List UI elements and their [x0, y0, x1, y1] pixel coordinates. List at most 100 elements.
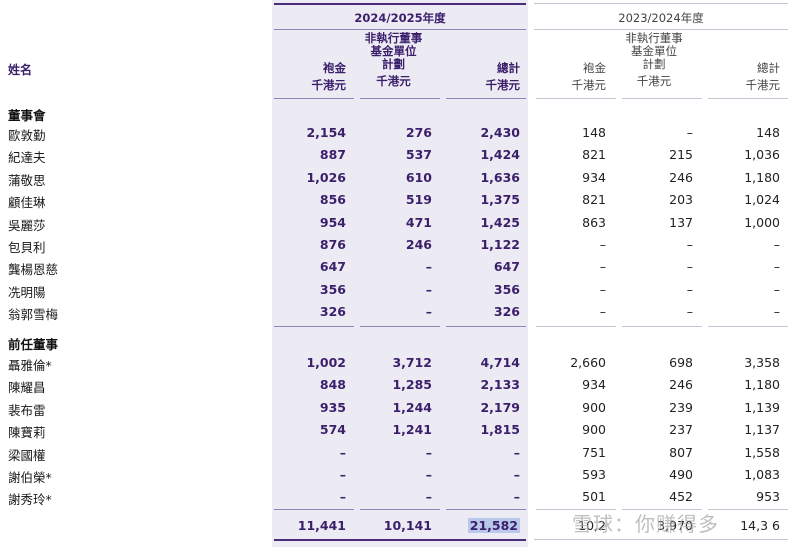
table-row: 冼明陽 356 – – – 356 – — [0, 279, 800, 301]
table-row: 吳麗莎 954 863 471 137 1,425 1,000 — [0, 212, 800, 234]
director-name: 裴布雷 — [8, 402, 46, 418]
prev-plan-cell: 246 — [669, 377, 693, 393]
rule — [274, 326, 354, 327]
cur-fee-cell: 1,002 — [306, 355, 346, 370]
total-cur-plan: 10,141 — [383, 518, 432, 533]
table-row: 陳寶莉 574 900 1,241 237 1,815 1,137 — [0, 419, 800, 441]
prev-fee-cell: 501 — [582, 489, 606, 505]
prev-plan-cell: 490 — [669, 467, 693, 482]
rule — [708, 326, 788, 327]
cur-plan-cell: 1,241 — [392, 422, 432, 438]
prev-year-label: 2023/2024年度 — [618, 11, 704, 25]
prev-fee-cell: – — [599, 237, 606, 252]
prev-fee-cell: 900 — [582, 422, 606, 438]
prev-fee-cell: 148 — [582, 125, 606, 140]
cur-fee-cell: 856 — [319, 192, 346, 208]
rule — [708, 509, 788, 510]
prev-fee-cell: – — [599, 259, 606, 275]
prev-plan-cell: – — [686, 125, 693, 140]
director-name: 歐敦勤 — [8, 128, 46, 143]
director-name: 顧佳琳 — [8, 195, 46, 211]
director-name: 包貝利 — [8, 240, 46, 255]
prev-total-cell: 1,024 — [744, 192, 780, 208]
director-name: 蒲敬思 — [8, 172, 46, 188]
rule — [360, 326, 440, 327]
prev-plan-cell: – — [686, 259, 693, 275]
prev-plan-cell: – — [686, 237, 693, 252]
total-cur-fee: 11,441 — [297, 518, 346, 533]
rule — [274, 509, 354, 510]
current-year-under-rule — [274, 29, 526, 30]
prev-total-cell: 1,137 — [744, 422, 780, 438]
director-name: 翁郭雪梅 — [8, 307, 59, 323]
section-title-former: 前任董事 — [8, 337, 59, 352]
cur-total-cell: 356 — [493, 281, 520, 297]
cur-plan-cell: 246 — [405, 237, 432, 252]
col-total-header: 總計 千港元 — [485, 61, 521, 92]
director-name: 冼明陽 — [8, 284, 46, 300]
rule — [708, 98, 788, 99]
prev-year-bottom-rule — [534, 539, 788, 540]
cur-plan-cell: – — [425, 259, 432, 275]
rule — [446, 509, 526, 510]
cur-total-cell: 1,815 — [480, 422, 520, 438]
table-row: 紀達夫 887 821 537 215 1,424 1,036 — [0, 144, 800, 166]
director-name: 陳寶莉 — [8, 425, 46, 441]
cur-total-cell: 1,375 — [480, 192, 520, 208]
current-year-top-rule — [274, 3, 526, 5]
cur-plan-cell: – — [425, 467, 432, 482]
rule — [360, 98, 440, 99]
cur-plan-cell: – — [425, 489, 432, 505]
cur-fee-cell: 2,154 — [306, 125, 346, 140]
cur-fee-cell: 876 — [319, 237, 346, 252]
director-name: 陳耀昌 — [8, 380, 46, 396]
director-name: 龔楊恩慈 — [8, 262, 59, 278]
cur-fee-cell: 647 — [319, 259, 346, 275]
cur-fee-cell: 954 — [319, 214, 346, 230]
cur-plan-cell: – — [425, 281, 432, 297]
prev-total-cell: 1,180 — [744, 377, 780, 393]
prev-total-cell: 1,036 — [744, 147, 780, 163]
name-column-header: 姓名 — [8, 63, 33, 77]
cur-plan-cell: 471 — [405, 214, 432, 230]
cur-fee-cell: – — [339, 444, 346, 460]
prev-plan-cell: 237 — [669, 422, 693, 438]
prev-plan-cell: 246 — [669, 169, 693, 185]
director-name: 謝秀玲* — [8, 492, 52, 508]
cur-fee-cell: 574 — [319, 422, 346, 438]
table-row: 梁國權 – 751 – 807 – 1,558 — [0, 442, 800, 464]
current-year-label: 2024/2025年度 — [354, 11, 446, 25]
cur-total-cell: 1,425 — [480, 214, 520, 230]
cur-fee-cell: – — [339, 489, 346, 505]
prev-plan-cell: 452 — [669, 489, 693, 505]
prev-total-cell: 148 — [756, 125, 780, 140]
prev-total-cell: 1,000 — [744, 214, 780, 230]
total-highlight: 21,582 — [467, 518, 520, 533]
cur-total-cell: 1,424 — [480, 147, 520, 163]
prev-total-cell: 1,180 — [744, 169, 780, 185]
director-name: 謝伯榮* — [8, 470, 52, 485]
table-row: 陳耀昌 848 934 1,285 246 2,133 1,180 — [0, 374, 800, 396]
prev-plan-cell: 698 — [669, 355, 693, 370]
cur-total-cell: 1,122 — [480, 237, 520, 252]
rule — [622, 98, 702, 99]
rule — [360, 509, 440, 510]
prev-fee-cell: 821 — [582, 192, 606, 208]
rule — [274, 98, 354, 99]
cur-total-cell: 326 — [493, 304, 520, 320]
prev-col-total-header: 總計 千港元 — [745, 61, 781, 92]
rule — [446, 98, 526, 99]
prev-total-cell: – — [773, 259, 780, 275]
prev-fee-cell: – — [599, 281, 606, 297]
cur-fee-cell: 887 — [319, 147, 346, 163]
director-name: 吳麗莎 — [8, 217, 46, 233]
cur-fee-cell: 848 — [319, 377, 346, 393]
rule — [446, 326, 526, 327]
prev-fee-cell: – — [599, 304, 606, 320]
cur-total-cell: 647 — [493, 259, 520, 275]
table-row: 翁郭雪梅 326 – – – 326 – — [0, 301, 800, 323]
watermark: 雪球：你赚得多 — [572, 512, 719, 536]
cur-total-cell: – — [513, 467, 520, 482]
cur-total-cell: 2,133 — [480, 377, 520, 393]
cur-plan-cell: – — [425, 304, 432, 320]
